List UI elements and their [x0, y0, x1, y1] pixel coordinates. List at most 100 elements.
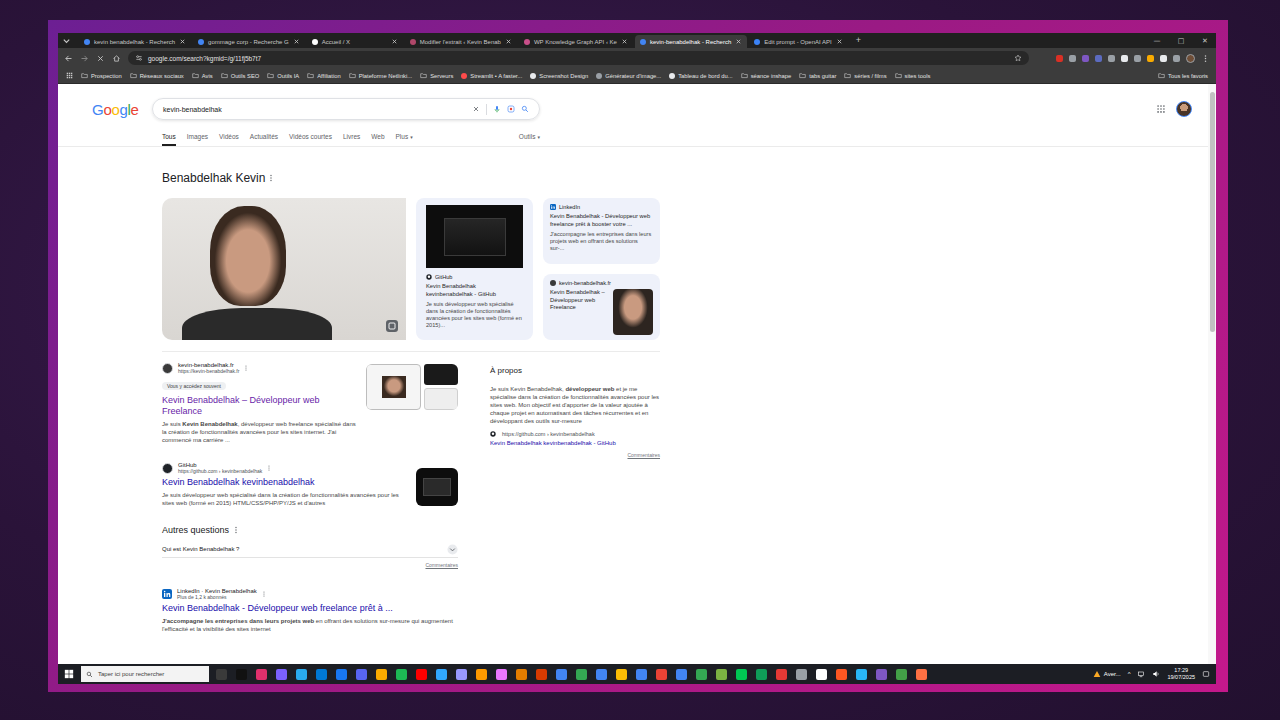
taskbar-app-icon[interactable] — [776, 669, 787, 680]
taskbar-app-icon[interactable] — [356, 669, 367, 680]
forward-icon[interactable] — [80, 54, 89, 63]
search-box[interactable]: kevin-benabdelhak — [152, 98, 540, 120]
website-card[interactable]: kevin-benabdelhak.frKevin Benabdelhak – … — [543, 274, 660, 340]
bookmark-item[interactable]: Prospection — [81, 72, 122, 79]
search-tab[interactable]: Web — [371, 133, 384, 146]
tools-button[interactable]: Outils▾ — [519, 133, 540, 146]
volume-icon[interactable] — [1152, 670, 1160, 678]
window-control-button[interactable]: — — [1146, 34, 1168, 48]
browser-tab[interactable]: Modifier l'extrait ‹ Kevin Benab — [405, 35, 517, 48]
result-source[interactable]: kevin-benabdelhak.frhttps://kevin-benabd… — [162, 362, 356, 374]
taskbar-app-icon[interactable] — [836, 669, 847, 680]
bookmark-item[interactable]: Outils IA — [267, 72, 299, 79]
question-row[interactable]: Qui est Kevin Benabdelhak ? — [162, 541, 458, 558]
more-options-icon[interactable] — [234, 525, 238, 535]
result-title-link[interactable]: Kevin Benabdelhak – Développeur web Free… — [162, 395, 356, 417]
result-source[interactable]: LinkedIn · Kevin BenabdelhakPlus de 1,2 … — [162, 588, 458, 600]
all-bookmarks-button[interactable]: Tous les favoris — [1158, 72, 1208, 79]
taskbar-app-icon[interactable] — [716, 669, 727, 680]
taskbar-app-icon[interactable] — [276, 669, 287, 680]
search-query[interactable]: kevin-benabdelhak — [163, 106, 222, 113]
result-title-link[interactable]: Kevin Benabdelhak - Développeur web free… — [162, 603, 458, 614]
bookmark-item[interactable]: Affiliation — [307, 72, 340, 79]
site-info-icon[interactable] — [135, 54, 143, 62]
about-source[interactable]: https://github.com › kevinbenabdelhak — [490, 431, 660, 437]
profile-avatar-icon[interactable] — [1186, 54, 1195, 63]
feedback-link[interactable]: Commentaires — [162, 562, 458, 568]
extension-icon[interactable] — [1147, 55, 1154, 62]
taskbar-app-icon[interactable] — [316, 669, 327, 680]
browser-tab[interactable]: kevin-benabdelhak - Recherch — [635, 35, 747, 48]
taskbar-app-icon[interactable] — [576, 669, 587, 680]
bookmark-item[interactable]: Outils SEO — [221, 72, 260, 79]
taskbar-app-icon[interactable] — [616, 669, 627, 680]
page-scrollbar[interactable] — [1208, 84, 1216, 664]
taskbar-app-icon[interactable] — [536, 669, 547, 680]
extension-icon[interactable] — [1108, 55, 1115, 62]
taskbar-app-icon[interactable] — [376, 669, 387, 680]
bookmark-star-icon[interactable] — [1014, 54, 1022, 62]
windows-start-icon[interactable] — [64, 669, 74, 679]
scrollbar-thumb[interactable] — [1210, 92, 1215, 332]
extension-icon[interactable] — [1160, 55, 1167, 62]
taskbar-app-icon[interactable] — [436, 669, 447, 680]
search-tab[interactable]: Images — [187, 133, 208, 146]
browser-tab[interactable]: kevin benabdelhak - Recherch — [79, 35, 191, 48]
taskbar-app-icon[interactable] — [256, 669, 267, 680]
address-text[interactable]: google.com/search?kgmid=/g/11fj5b7t7 — [148, 55, 261, 62]
clear-icon[interactable] — [472, 105, 480, 113]
bookmark-item[interactable]: Tableau de bord du... — [669, 73, 732, 79]
taskbar-app-icon[interactable] — [456, 669, 467, 680]
taskbar-app-icon[interactable] — [636, 669, 647, 680]
taskbar-search-field[interactable]: Taper ici pour rechercher — [81, 666, 209, 682]
more-options-icon[interactable] — [267, 464, 271, 472]
window-control-button[interactable]: □ — [1170, 34, 1192, 48]
taskbar-app-icon[interactable] — [676, 669, 687, 680]
taskbar-app-icon[interactable] — [796, 669, 807, 680]
taskbar-app-icon[interactable] — [896, 669, 907, 680]
close-icon[interactable] — [621, 38, 628, 45]
extension-icon[interactable] — [1056, 55, 1063, 62]
extension-icon[interactable] — [1069, 55, 1076, 62]
bookmark-item[interactable]: Réseaux sociaux — [130, 72, 184, 79]
taskbar-app-icon[interactable] — [396, 669, 407, 680]
taskbar-app-icon[interactable] — [336, 669, 347, 680]
close-icon[interactable] — [391, 38, 398, 45]
tray-overflow-button[interactable]: ^ — [1128, 671, 1131, 677]
taskbar-app-icon[interactable] — [916, 669, 927, 680]
taskbar-app-icon[interactable] — [296, 669, 307, 680]
bookmark-item[interactable]: tabs guitar — [799, 72, 836, 79]
taskbar-app-icon[interactable] — [496, 669, 507, 680]
result-thumbnail[interactable] — [366, 364, 458, 410]
close-icon[interactable] — [735, 38, 742, 45]
taskbar-app-icon[interactable] — [736, 669, 747, 680]
more-options-icon[interactable] — [262, 590, 266, 598]
taskbar-app-icon[interactable] — [416, 669, 427, 680]
extension-icon[interactable] — [1082, 55, 1089, 62]
close-icon[interactable] — [293, 38, 300, 45]
bookmark-item[interactable]: Plateforme Netlinki... — [349, 72, 412, 79]
address-bar[interactable]: google.com/search?kgmid=/g/11fj5b7t7 — [128, 51, 1029, 65]
taskbar-app-icon[interactable] — [556, 669, 567, 680]
linkedin-card[interactable]: LinkedInKevin Benabdelhak - Développeur … — [543, 198, 660, 264]
taskbar-app-icon[interactable] — [876, 669, 887, 680]
extension-icon[interactable] — [1095, 55, 1102, 62]
search-tab[interactable]: Actualités — [250, 133, 278, 146]
taskbar-app-icon[interactable] — [816, 669, 827, 680]
bookmark-item[interactable]: Streamlit • A faster... — [461, 73, 522, 79]
browser-tab[interactable]: gommage corp - Recherche G — [193, 35, 305, 48]
stop-loading-icon[interactable] — [96, 54, 105, 63]
extension-icon[interactable] — [1173, 55, 1180, 62]
system-clock[interactable]: 17:2919/07/2025 — [1167, 667, 1195, 681]
browser-tab[interactable]: WP Knowledge Graph API ‹ Ke — [519, 35, 633, 48]
notifications-icon[interactable] — [1202, 670, 1210, 678]
weather-widget[interactable]: Aver... — [1093, 670, 1121, 678]
bookmark-item[interactable]: sites tools — [895, 72, 931, 79]
feedback-link[interactable]: Commentaires — [490, 452, 660, 458]
search-tab[interactable]: Vidéos — [219, 133, 239, 146]
back-icon[interactable] — [64, 54, 73, 63]
google-logo[interactable]: Google — [92, 101, 152, 118]
bookmark-item[interactable]: Screenshot Design — [530, 73, 588, 79]
taskbar-app-icon[interactable] — [216, 669, 227, 680]
search-tab[interactable]: Tous — [162, 133, 176, 146]
